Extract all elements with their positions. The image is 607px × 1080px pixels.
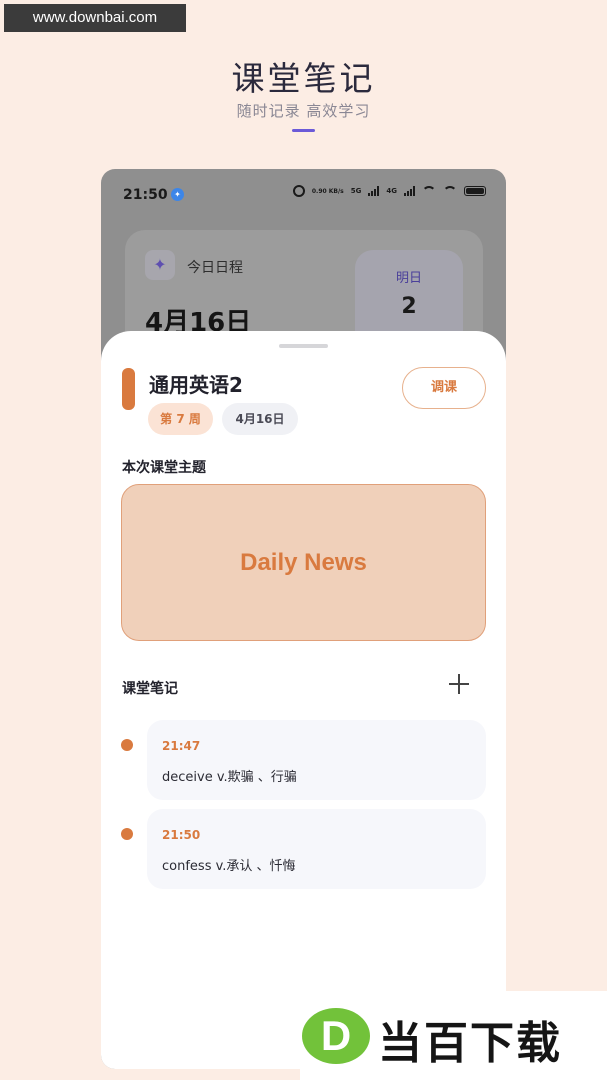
logo-d-icon: D — [302, 1008, 370, 1064]
notification-icon: ✦ — [171, 188, 184, 201]
sheet-drag-handle[interactable] — [279, 344, 328, 348]
add-note-icon[interactable] — [448, 673, 470, 695]
promo-title: 课堂笔记 — [231, 59, 376, 98]
promo-subtitle: 随时记录 高效学习 — [236, 102, 371, 120]
date-tag: 4月16日 — [222, 403, 298, 435]
signal-icon — [368, 186, 380, 196]
notes-heading: 课堂笔记 — [122, 681, 178, 697]
course-color-bar — [122, 368, 135, 410]
topic-card[interactable]: Daily News — [121, 484, 486, 641]
alarm-icon — [292, 185, 305, 197]
phone-screen: 21:50 ✦ 0.90 KB/s 5G 4G ✦ 今日日程 4月16日 明日 … — [101, 169, 506, 1069]
reschedule-button[interactable]: 调课 — [402, 367, 486, 409]
wifi-icon-2 — [443, 186, 457, 196]
signal-icon-2 — [404, 186, 415, 196]
timeline-dot — [121, 739, 133, 751]
note-text: deceive v.欺骗 、行骗 — [162, 770, 297, 785]
net-speed: 0.90 KB/s — [311, 187, 344, 195]
note-time: 21:47 — [162, 739, 201, 753]
tomorrow-count: 2 — [401, 294, 417, 319]
watermark-url: www.downbai.com — [4, 4, 186, 32]
battery-icon — [464, 186, 486, 196]
course-detail-sheet: 通用英语2 调课 第 7 周 4月16日 本次课堂主题 Daily News 课… — [101, 331, 506, 1069]
net-5g-label: 5G — [350, 187, 362, 195]
wifi-icon — [422, 186, 436, 196]
tomorrow-label: 明日 — [395, 271, 422, 286]
topic-heading: 本次课堂主题 — [122, 460, 206, 476]
status-icons: 0.90 KB/s 5G 4G — [292, 185, 486, 197]
note-item[interactable]: 21:47 deceive v.欺骗 、行骗 — [147, 720, 486, 800]
net-4g-label: 4G — [386, 187, 397, 195]
timeline-dot — [121, 828, 133, 840]
logo-text: 当百下载 — [378, 1018, 562, 1069]
course-title: 通用英语2 — [149, 373, 243, 397]
status-time: 21:50 — [123, 187, 168, 203]
sparkle-icon: ✦ — [145, 250, 175, 280]
note-item[interactable]: 21:50 confess v.承认 、忏悔 — [147, 809, 486, 889]
today-schedule-label: 今日日程 — [187, 260, 243, 276]
promo-underline — [292, 129, 315, 132]
note-text: confess v.承认 、忏悔 — [162, 859, 296, 874]
note-time: 21:50 — [162, 828, 201, 842]
status-bar: 21:50 ✦ 0.90 KB/s 5G 4G — [101, 169, 506, 223]
week-tag: 第 7 周 — [148, 403, 213, 435]
brand-logo: D 当百下载 — [300, 991, 607, 1080]
